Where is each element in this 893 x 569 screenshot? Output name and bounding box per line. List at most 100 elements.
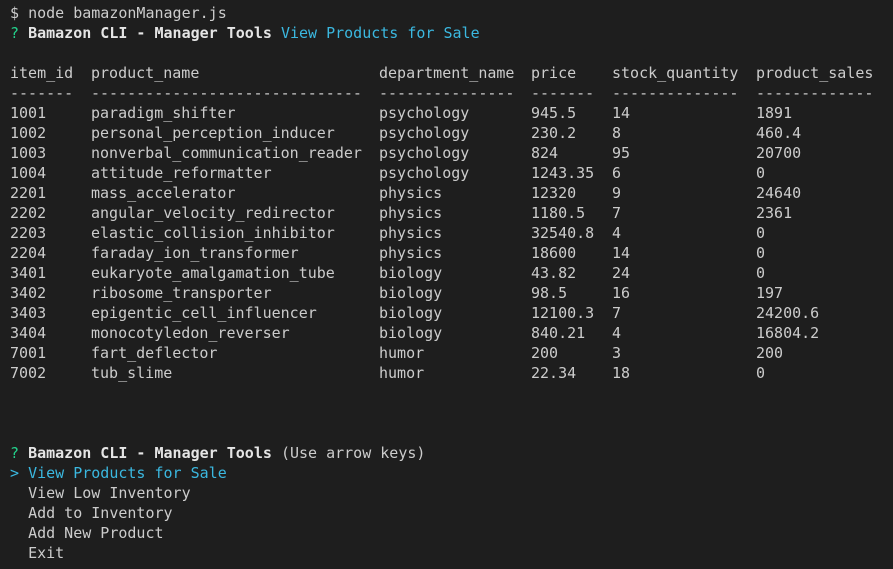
command-line: $ node bamazonManager.js bbox=[10, 3, 227, 23]
answered-question: ? Bamazon CLI - Manager Tools View Produ… bbox=[10, 23, 480, 43]
cell-department-name: physics bbox=[379, 184, 443, 202]
cell-product-name: fart_deflector bbox=[91, 344, 218, 362]
cell-department-name: psychology bbox=[379, 124, 470, 142]
question-mark-icon: ? bbox=[10, 444, 20, 462]
cell-product-name: attitude_reformatter bbox=[91, 164, 272, 182]
cell-product-name: nonverbal_communication_reader bbox=[91, 144, 362, 162]
cell-product-name: paradigm_shifter bbox=[91, 104, 236, 122]
menu-option-add-new-product[interactable]: Add New Product bbox=[10, 523, 164, 543]
cell-product-sales: 0 bbox=[756, 264, 766, 282]
cell-item-id: 7002 bbox=[10, 364, 47, 382]
cell-department-name: physics bbox=[379, 244, 443, 262]
cell-price: 22.34 bbox=[531, 364, 577, 382]
menu-option-label: Exit bbox=[28, 544, 65, 562]
cell-stock-quantity: 7 bbox=[612, 204, 622, 222]
column-header-product-name: product_name bbox=[91, 64, 200, 82]
cell-stock-quantity: 16 bbox=[612, 284, 631, 302]
separator-department-name: --------------- bbox=[379, 84, 515, 102]
cell-price: 18600 bbox=[531, 244, 577, 262]
cell-product-name: mass_accelerator bbox=[91, 184, 236, 202]
cell-department-name: physics bbox=[379, 204, 443, 222]
cell-item-id: 2204 bbox=[10, 244, 47, 262]
menu-hint: (Use arrow keys) bbox=[280, 444, 426, 462]
cell-price: 1243.35 bbox=[531, 164, 595, 182]
cell-product-sales: 16804.2 bbox=[756, 324, 820, 342]
cell-product-sales: 2361 bbox=[756, 204, 793, 222]
menu-option-view-low-inventory[interactable]: View Low Inventory bbox=[10, 483, 191, 503]
cell-department-name: biology bbox=[379, 284, 443, 302]
cell-product-name: tub_slime bbox=[91, 364, 173, 382]
terminal-window[interactable]: $ node bamazonManager.js ? Bamazon CLI -… bbox=[0, 0, 893, 569]
cell-product-name: faraday_ion_transformer bbox=[91, 244, 299, 262]
cell-stock-quantity: 14 bbox=[612, 244, 631, 262]
menu-option-label: View Low Inventory bbox=[28, 484, 191, 502]
menu-option-exit[interactable]: Exit bbox=[10, 543, 64, 563]
cell-item-id: 1002 bbox=[10, 124, 47, 142]
cell-stock-quantity: 95 bbox=[612, 144, 631, 162]
menu-option-label: Add New Product bbox=[28, 524, 164, 542]
cell-price: 43.82 bbox=[531, 264, 577, 282]
cell-product-sales: 24200.6 bbox=[756, 304, 820, 322]
cell-department-name: biology bbox=[379, 304, 443, 322]
cell-department-name: psychology bbox=[379, 164, 470, 182]
cell-price: 824 bbox=[531, 144, 559, 162]
cell-product-name: elastic_collision_inhibitor bbox=[91, 224, 335, 242]
column-header-price: price bbox=[531, 64, 577, 82]
separator-item-id: ------- bbox=[10, 84, 74, 102]
cell-department-name: physics bbox=[379, 224, 443, 242]
shell-prompt-symbol: $ bbox=[10, 4, 20, 22]
menu-option-add-to-inventory[interactable]: Add to Inventory bbox=[10, 503, 173, 523]
cell-department-name: biology bbox=[379, 324, 443, 342]
selected-answer: View Products for Sale bbox=[280, 24, 480, 42]
cell-item-id: 2203 bbox=[10, 224, 47, 242]
menu-question-label: Bamazon CLI - Manager Tools bbox=[28, 444, 272, 462]
cell-stock-quantity: 3 bbox=[612, 344, 622, 362]
cell-item-id: 7001 bbox=[10, 344, 47, 362]
cell-department-name: humor bbox=[379, 344, 425, 362]
cell-price: 12100.3 bbox=[531, 304, 595, 322]
column-header-item-id: item_id bbox=[10, 64, 74, 82]
cell-stock-quantity: 18 bbox=[612, 364, 631, 382]
cell-department-name: psychology bbox=[379, 144, 470, 162]
cell-product-sales: 20700 bbox=[756, 144, 802, 162]
cell-price: 230.2 bbox=[531, 124, 577, 142]
cell-product-sales: 1891 bbox=[756, 104, 793, 122]
cell-price: 840.21 bbox=[531, 324, 586, 342]
cell-stock-quantity: 4 bbox=[612, 324, 622, 342]
cell-product-name: ribosome_transporter bbox=[91, 284, 272, 302]
cell-product-sales: 460.4 bbox=[756, 124, 802, 142]
cell-stock-quantity: 8 bbox=[612, 124, 622, 142]
cell-item-id: 1001 bbox=[10, 104, 47, 122]
cell-product-name: monocotyledon_reverser bbox=[91, 324, 290, 342]
menu-option-view-products[interactable]: > View Products for Sale bbox=[10, 463, 227, 483]
cell-product-name: angular_velocity_redirector bbox=[91, 204, 335, 222]
cell-item-id: 2201 bbox=[10, 184, 47, 202]
cell-item-id: 2202 bbox=[10, 204, 47, 222]
cell-product-sales: 24640 bbox=[756, 184, 802, 202]
cell-product-name: epigentic_cell_influencer bbox=[91, 304, 317, 322]
separator-stock-quantity: -------------- bbox=[612, 84, 739, 102]
cell-price: 945.5 bbox=[531, 104, 577, 122]
cell-product-sales: 200 bbox=[756, 344, 784, 362]
separator-price: ------- bbox=[531, 84, 595, 102]
cell-product-sales: 197 bbox=[756, 284, 784, 302]
command-text: node bamazonManager.js bbox=[28, 4, 227, 22]
menu-option-label: View Products for Sale bbox=[28, 464, 227, 482]
cell-stock-quantity: 6 bbox=[612, 164, 622, 182]
cell-price: 32540.8 bbox=[531, 224, 595, 242]
cell-price: 200 bbox=[531, 344, 559, 362]
column-header-stock-quantity: stock_quantity bbox=[612, 64, 739, 82]
cell-item-id: 3403 bbox=[10, 304, 47, 322]
cell-item-id: 3404 bbox=[10, 324, 47, 342]
cell-stock-quantity: 7 bbox=[612, 304, 622, 322]
column-header-department-name: department_name bbox=[379, 64, 515, 82]
cell-product-sales: 0 bbox=[756, 364, 766, 382]
cell-product-sales: 0 bbox=[756, 164, 766, 182]
cell-product-name: eukaryote_amalgamation_tube bbox=[91, 264, 335, 282]
cell-item-id: 3402 bbox=[10, 284, 47, 302]
selection-pointer-icon: > bbox=[10, 464, 20, 482]
cell-stock-quantity: 4 bbox=[612, 224, 622, 242]
menu-option-label: Add to Inventory bbox=[28, 504, 173, 522]
question-mark-icon: ? bbox=[10, 24, 20, 42]
cell-price: 98.5 bbox=[531, 284, 568, 302]
